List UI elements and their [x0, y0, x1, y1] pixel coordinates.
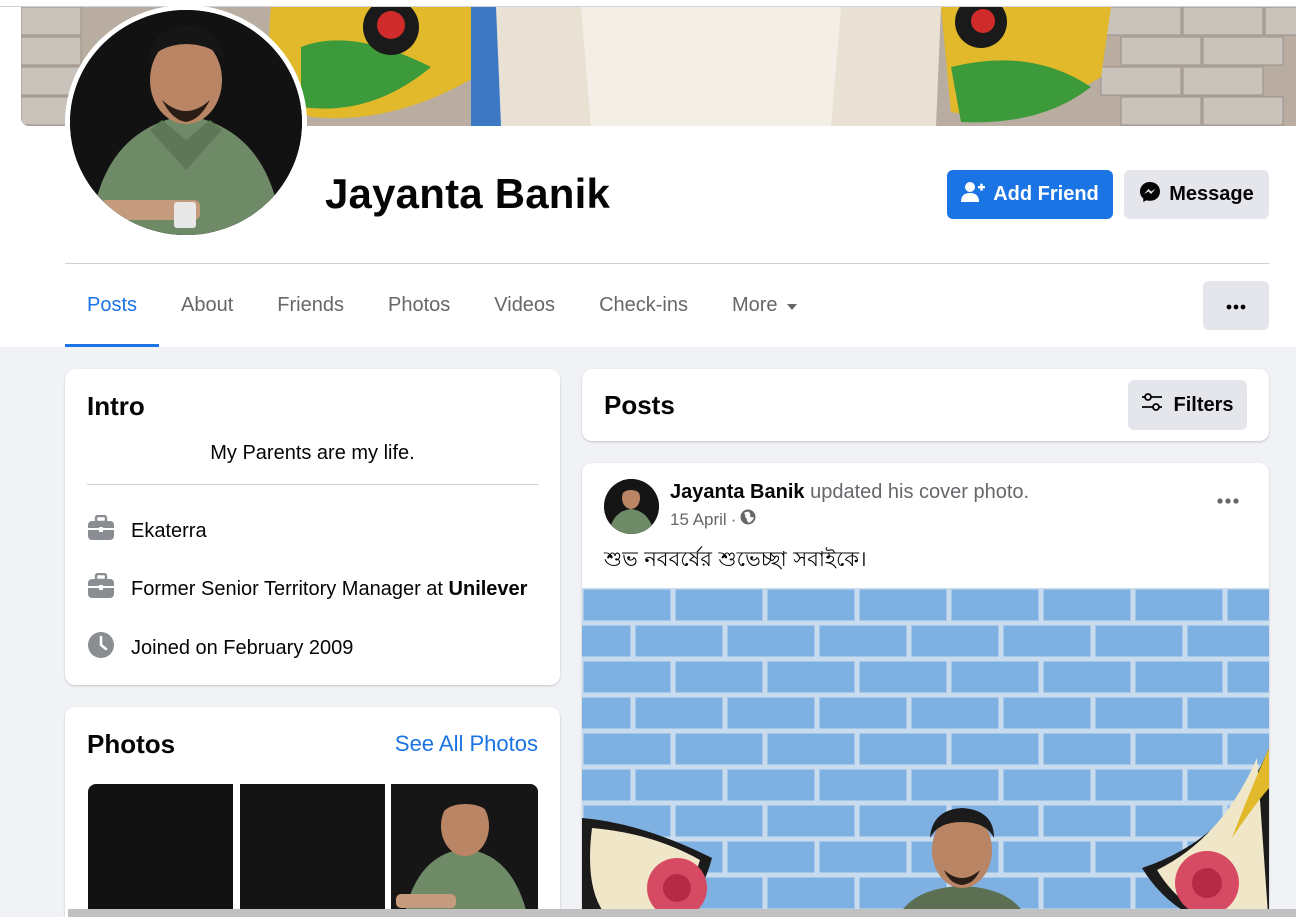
tab-videos-label: Videos — [494, 294, 556, 316]
clock-icon — [87, 631, 115, 665]
intro-title: Intro — [87, 391, 145, 421]
tab-posts-label: Posts — [87, 294, 138, 316]
tab-photos-label: Photos — [388, 294, 451, 316]
intro-former-work-company[interactable]: Unilever — [449, 578, 528, 600]
tab-more-label: More — [731, 294, 778, 316]
photo-thumbnail[interactable] — [240, 784, 385, 917]
globe-icon — [740, 509, 756, 530]
horizontal-scrollbar[interactable] — [68, 909, 1296, 917]
post-action-text: updated his cover photo. — [804, 481, 1030, 503]
tab-more[interactable]: More — [710, 264, 820, 347]
briefcase-icon — [87, 572, 115, 605]
tab-posts[interactable]: Posts — [65, 264, 160, 347]
ellipsis-icon — [1226, 297, 1246, 315]
post-meta: 15 April · — [670, 509, 756, 530]
intro-divider — [87, 484, 538, 485]
message-label: Message — [1169, 183, 1254, 205]
intro-work-item: Ekaterra — [87, 514, 207, 547]
intro-joined-item: Joined on February 2009 — [87, 631, 353, 665]
post-image[interactable] — [582, 588, 1269, 917]
profile-options-button[interactable] — [1203, 281, 1269, 330]
tab-friends[interactable]: Friends — [255, 264, 366, 347]
caret-down-icon — [786, 294, 798, 317]
see-all-photos-link[interactable]: See All Photos — [395, 731, 538, 757]
intro-former-work-prefix: Former Senior Territory Manager at — [131, 577, 449, 600]
add-friend-button[interactable]: Add Friend — [947, 170, 1113, 219]
profile-name: Jayanta Banik — [325, 170, 611, 217]
tab-check-ins[interactable]: Check-ins — [577, 264, 710, 347]
intro-work-text: Ekaterra — [131, 519, 207, 542]
intro-former-work-text: Former Senior Territory Manager at Unile… — [131, 578, 527, 601]
photo-thumbnail[interactable] — [391, 784, 538, 917]
post-author-avatar[interactable] — [604, 479, 659, 534]
filters-label: Filters — [1173, 393, 1234, 416]
intro-card: Intro My Parents are my life. Ekaterra F… — [65, 369, 560, 685]
post-card: Jayanta Banik updated his cover photo. 1… — [582, 463, 1269, 917]
post-options-button[interactable] — [1217, 491, 1239, 509]
photos-card: Photos See All Photos — [65, 707, 560, 917]
add-friend-label: Add Friend — [993, 183, 1099, 205]
photo-thumbnail[interactable] — [88, 784, 233, 917]
meta-separator: · — [730, 509, 737, 529]
post-author-name[interactable]: Jayanta Banik — [670, 481, 805, 503]
intro-bio: My Parents are my life. — [210, 442, 415, 464]
filters-button[interactable]: Filters — [1128, 380, 1247, 430]
filters-icon — [1141, 393, 1163, 417]
profile-tabs: Posts About Friends Photos Videos Check-… — [65, 264, 820, 347]
tab-videos[interactable]: Videos — [472, 264, 577, 347]
photos-title: Photos — [87, 729, 176, 759]
tab-photos[interactable]: Photos — [366, 264, 472, 347]
add-person-icon — [961, 181, 986, 209]
ellipsis-icon — [1217, 491, 1239, 508]
messenger-icon — [1139, 181, 1161, 209]
post-header-text: Jayanta Banik updated his cover photo. — [670, 481, 1029, 504]
briefcase-icon — [87, 514, 115, 547]
intro-former-work-item: Former Senior Territory Manager at Unile… — [87, 572, 527, 605]
tab-friends-label: Friends — [277, 294, 344, 316]
intro-joined-text: Joined on February 2009 — [131, 636, 354, 659]
profile-avatar[interactable] — [70, 10, 302, 235]
post-text: শুভ নববর্ষের শুভেচ্ছা সবাইকে। — [604, 547, 867, 571]
posts-title: Posts — [604, 390, 675, 420]
posts-header-card: Posts Filters — [582, 369, 1269, 441]
tab-about-label: About — [181, 294, 234, 316]
tab-check-ins-label: Check-ins — [599, 294, 688, 316]
message-button[interactable]: Message — [1124, 170, 1269, 219]
post-date[interactable]: 15 April — [670, 510, 727, 530]
tab-about[interactable]: About — [159, 264, 255, 347]
